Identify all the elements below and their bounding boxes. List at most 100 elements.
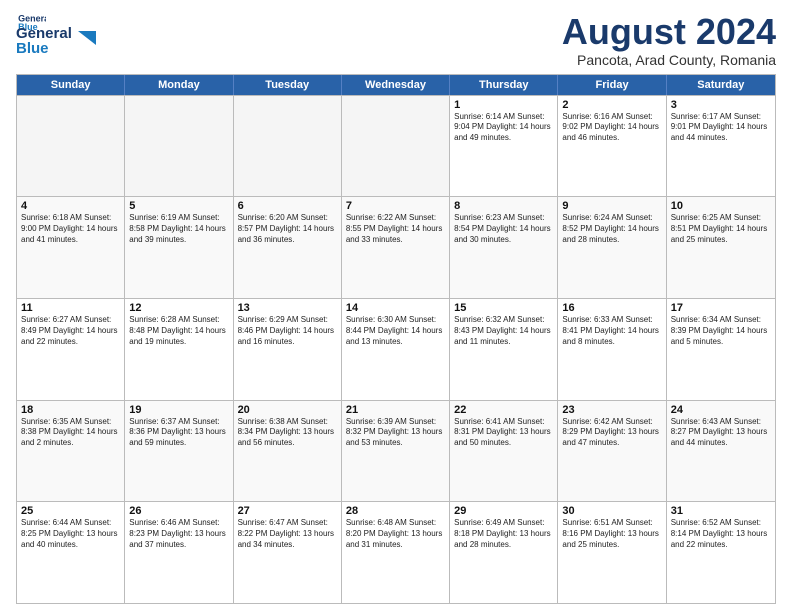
day-number: 14 bbox=[346, 302, 445, 314]
cal-row-3: 11Sunrise: 6:27 AM Sunset: 8:49 PM Dayli… bbox=[17, 298, 775, 400]
day-number: 18 bbox=[21, 404, 120, 416]
cal-cell-1-2 bbox=[125, 96, 233, 197]
day-number: 5 bbox=[129, 200, 228, 212]
cal-cell-5-3: 27Sunrise: 6:47 AM Sunset: 8:22 PM Dayli… bbox=[234, 502, 342, 603]
cal-cell-5-4: 28Sunrise: 6:48 AM Sunset: 8:20 PM Dayli… bbox=[342, 502, 450, 603]
day-info: Sunrise: 6:19 AM Sunset: 8:58 PM Dayligh… bbox=[129, 213, 228, 245]
day-number: 23 bbox=[562, 404, 661, 416]
day-info: Sunrise: 6:20 AM Sunset: 8:57 PM Dayligh… bbox=[238, 213, 337, 245]
day-info: Sunrise: 6:39 AM Sunset: 8:32 PM Dayligh… bbox=[346, 417, 445, 449]
day-info: Sunrise: 6:14 AM Sunset: 9:04 PM Dayligh… bbox=[454, 112, 553, 144]
day-info: Sunrise: 6:16 AM Sunset: 9:02 PM Dayligh… bbox=[562, 112, 661, 144]
day-number: 13 bbox=[238, 302, 337, 314]
day-number: 6 bbox=[238, 200, 337, 212]
day-info: Sunrise: 6:29 AM Sunset: 8:46 PM Dayligh… bbox=[238, 315, 337, 347]
cal-cell-1-3 bbox=[234, 96, 342, 197]
day-number: 4 bbox=[21, 200, 120, 212]
cal-cell-5-2: 26Sunrise: 6:46 AM Sunset: 8:23 PM Dayli… bbox=[125, 502, 233, 603]
day-number: 20 bbox=[238, 404, 337, 416]
cal-cell-3-6: 16Sunrise: 6:33 AM Sunset: 8:41 PM Dayli… bbox=[558, 299, 666, 400]
day-number: 25 bbox=[21, 505, 120, 517]
cal-cell-3-1: 11Sunrise: 6:27 AM Sunset: 8:49 PM Dayli… bbox=[17, 299, 125, 400]
day-number: 7 bbox=[346, 200, 445, 212]
cal-cell-3-5: 15Sunrise: 6:32 AM Sunset: 8:43 PM Dayli… bbox=[450, 299, 558, 400]
cal-cell-1-7: 3Sunrise: 6:17 AM Sunset: 9:01 PM Daylig… bbox=[667, 96, 775, 197]
day-info: Sunrise: 6:22 AM Sunset: 8:55 PM Dayligh… bbox=[346, 213, 445, 245]
cal-cell-5-1: 25Sunrise: 6:44 AM Sunset: 8:25 PM Dayli… bbox=[17, 502, 125, 603]
day-info: Sunrise: 6:34 AM Sunset: 8:39 PM Dayligh… bbox=[671, 315, 771, 347]
day-info: Sunrise: 6:42 AM Sunset: 8:29 PM Dayligh… bbox=[562, 417, 661, 449]
day-info: Sunrise: 6:44 AM Sunset: 8:25 PM Dayligh… bbox=[21, 518, 120, 550]
day-info: Sunrise: 6:33 AM Sunset: 8:41 PM Dayligh… bbox=[562, 315, 661, 347]
day-number: 19 bbox=[129, 404, 228, 416]
cal-cell-2-7: 10Sunrise: 6:25 AM Sunset: 8:51 PM Dayli… bbox=[667, 197, 775, 298]
month-title: August 2024 bbox=[562, 12, 776, 52]
cal-cell-2-3: 6Sunrise: 6:20 AM Sunset: 8:57 PM Daylig… bbox=[234, 197, 342, 298]
day-number: 22 bbox=[454, 404, 553, 416]
day-number: 26 bbox=[129, 505, 228, 517]
day-info: Sunrise: 6:18 AM Sunset: 9:00 PM Dayligh… bbox=[21, 213, 120, 245]
cal-cell-4-6: 23Sunrise: 6:42 AM Sunset: 8:29 PM Dayli… bbox=[558, 401, 666, 502]
calendar-body: 1Sunrise: 6:14 AM Sunset: 9:04 PM Daylig… bbox=[17, 95, 775, 603]
header-tuesday: Tuesday bbox=[234, 75, 342, 95]
location-subtitle: Pancota, Arad County, Romania bbox=[562, 52, 776, 68]
day-number: 10 bbox=[671, 200, 771, 212]
day-number: 24 bbox=[671, 404, 771, 416]
cal-cell-4-7: 24Sunrise: 6:43 AM Sunset: 8:27 PM Dayli… bbox=[667, 401, 775, 502]
cal-cell-3-2: 12Sunrise: 6:28 AM Sunset: 8:48 PM Dayli… bbox=[125, 299, 233, 400]
day-info: Sunrise: 6:28 AM Sunset: 8:48 PM Dayligh… bbox=[129, 315, 228, 347]
day-number: 12 bbox=[129, 302, 228, 314]
day-number: 11 bbox=[21, 302, 120, 314]
day-number: 9 bbox=[562, 200, 661, 212]
cal-cell-1-1 bbox=[17, 96, 125, 197]
day-info: Sunrise: 6:17 AM Sunset: 9:01 PM Dayligh… bbox=[671, 112, 771, 144]
day-number: 29 bbox=[454, 505, 553, 517]
cal-row-4: 18Sunrise: 6:35 AM Sunset: 8:38 PM Dayli… bbox=[17, 400, 775, 502]
day-info: Sunrise: 6:24 AM Sunset: 8:52 PM Dayligh… bbox=[562, 213, 661, 245]
header-wednesday: Wednesday bbox=[342, 75, 450, 95]
day-number: 8 bbox=[454, 200, 553, 212]
calendar: Sunday Monday Tuesday Wednesday Thursday… bbox=[16, 74, 776, 604]
title-block: August 2024 Pancota, Arad County, Romani… bbox=[562, 12, 776, 68]
cal-cell-4-4: 21Sunrise: 6:39 AM Sunset: 8:32 PM Dayli… bbox=[342, 401, 450, 502]
cal-cell-5-5: 29Sunrise: 6:49 AM Sunset: 8:18 PM Dayli… bbox=[450, 502, 558, 603]
logo: General Blue General Blue bbox=[16, 12, 98, 57]
day-number: 15 bbox=[454, 302, 553, 314]
day-number: 31 bbox=[671, 505, 771, 517]
logo-triangle-icon bbox=[76, 27, 98, 49]
day-info: Sunrise: 6:25 AM Sunset: 8:51 PM Dayligh… bbox=[671, 213, 771, 245]
day-number: 28 bbox=[346, 505, 445, 517]
header-monday: Monday bbox=[125, 75, 233, 95]
day-number: 17 bbox=[671, 302, 771, 314]
day-info: Sunrise: 6:32 AM Sunset: 8:43 PM Dayligh… bbox=[454, 315, 553, 347]
day-info: Sunrise: 6:43 AM Sunset: 8:27 PM Dayligh… bbox=[671, 417, 771, 449]
day-info: Sunrise: 6:51 AM Sunset: 8:16 PM Dayligh… bbox=[562, 518, 661, 550]
cal-cell-2-1: 4Sunrise: 6:18 AM Sunset: 9:00 PM Daylig… bbox=[17, 197, 125, 298]
cal-cell-5-6: 30Sunrise: 6:51 AM Sunset: 8:16 PM Dayli… bbox=[558, 502, 666, 603]
day-number: 2 bbox=[562, 99, 661, 111]
cal-cell-4-3: 20Sunrise: 6:38 AM Sunset: 8:34 PM Dayli… bbox=[234, 401, 342, 502]
cal-cell-1-5: 1Sunrise: 6:14 AM Sunset: 9:04 PM Daylig… bbox=[450, 96, 558, 197]
cal-cell-2-4: 7Sunrise: 6:22 AM Sunset: 8:55 PM Daylig… bbox=[342, 197, 450, 298]
day-info: Sunrise: 6:48 AM Sunset: 8:20 PM Dayligh… bbox=[346, 518, 445, 550]
header: General Blue General Blue August 2024 Pa… bbox=[16, 12, 776, 68]
cal-cell-5-7: 31Sunrise: 6:52 AM Sunset: 8:14 PM Dayli… bbox=[667, 502, 775, 603]
header-saturday: Saturday bbox=[667, 75, 775, 95]
cal-cell-1-6: 2Sunrise: 6:16 AM Sunset: 9:02 PM Daylig… bbox=[558, 96, 666, 197]
cal-cell-4-2: 19Sunrise: 6:37 AM Sunset: 8:36 PM Dayli… bbox=[125, 401, 233, 502]
day-info: Sunrise: 6:41 AM Sunset: 8:31 PM Dayligh… bbox=[454, 417, 553, 449]
day-info: Sunrise: 6:49 AM Sunset: 8:18 PM Dayligh… bbox=[454, 518, 553, 550]
calendar-header: Sunday Monday Tuesday Wednesday Thursday… bbox=[17, 75, 775, 95]
logo-blue: Blue bbox=[16, 41, 72, 58]
header-friday: Friday bbox=[558, 75, 666, 95]
day-number: 30 bbox=[562, 505, 661, 517]
day-number: 21 bbox=[346, 404, 445, 416]
day-info: Sunrise: 6:23 AM Sunset: 8:54 PM Dayligh… bbox=[454, 213, 553, 245]
day-number: 27 bbox=[238, 505, 337, 517]
cal-cell-2-6: 9Sunrise: 6:24 AM Sunset: 8:52 PM Daylig… bbox=[558, 197, 666, 298]
cal-cell-1-4 bbox=[342, 96, 450, 197]
day-info: Sunrise: 6:37 AM Sunset: 8:36 PM Dayligh… bbox=[129, 417, 228, 449]
cal-cell-3-7: 17Sunrise: 6:34 AM Sunset: 8:39 PM Dayli… bbox=[667, 299, 775, 400]
cal-cell-4-1: 18Sunrise: 6:35 AM Sunset: 8:38 PM Dayli… bbox=[17, 401, 125, 502]
header-thursday: Thursday bbox=[450, 75, 558, 95]
